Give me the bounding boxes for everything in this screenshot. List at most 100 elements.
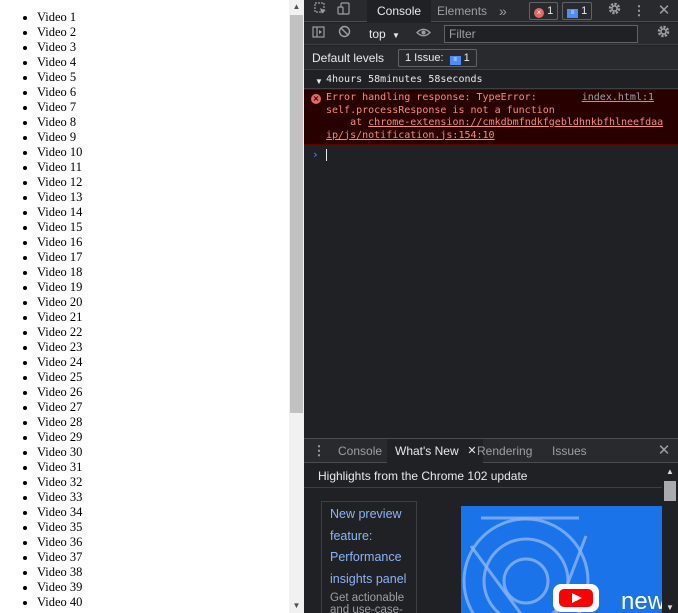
default-levels-dropdown[interactable]: Default levels ▼ — [312, 47, 392, 86]
video-list-item: Video 13 — [37, 190, 82, 205]
message-count: 1 — [581, 5, 588, 17]
clear-console-icon[interactable] — [336, 23, 352, 45]
kebab-menu-icon[interactable]: ⋮ — [632, 0, 646, 22]
error-at-prefix: at — [326, 117, 369, 128]
feature-description: Get actionable and use-case- — [330, 592, 405, 613]
gear-icon[interactable] — [606, 0, 622, 22]
video-list-item: Video 35 — [37, 520, 82, 535]
issues-label: 1 Issue: — [405, 52, 444, 64]
error-count: 1 — [547, 5, 554, 17]
drawer-scrollbar[interactable]: ▲ ▼ — [662, 464, 678, 613]
devtools-drawer: ⋮ Console What's New ✕ Rendering Issues … — [304, 438, 678, 613]
video-list-item: Video 25 — [37, 370, 82, 385]
video-list-item: Video 22 — [37, 325, 82, 340]
video-list-item: Video 40 — [37, 595, 82, 610]
drawer-scrollbar-thumb[interactable] — [664, 481, 676, 501]
close-devtools-icon[interactable]: ✕ — [656, 0, 672, 22]
log-text: 4hours 58minutes 58seconds — [326, 74, 483, 85]
drawer-scroll-up-icon[interactable]: ▲ — [662, 467, 678, 476]
video-list-item: Video 38 — [37, 565, 82, 580]
devtools-main-toolbar: Console Elements » × 1 ≡ 1 ⋮ ✕ — [304, 0, 678, 22]
video-list-item: Video 20 — [37, 295, 82, 310]
drawer-menu-kebab-icon[interactable]: ⋮ — [312, 440, 326, 462]
chevron-down-icon: ▼ — [392, 31, 400, 40]
drawer-tab-console[interactable]: Console — [330, 439, 390, 463]
video-list-item: Video 11 — [37, 160, 82, 175]
issues-button[interactable]: 1 Issue: ≡ 1 — [398, 49, 477, 67]
close-drawer-icon[interactable]: ✕ — [656, 440, 672, 462]
scroll-up-arrow-icon[interactable]: ▲ — [289, 0, 304, 14]
prompt-chevron-icon: › — [312, 148, 319, 161]
feature-title-link[interactable]: New preview feature: Performance insight… — [330, 504, 416, 590]
error-icon: × — [534, 8, 544, 18]
error-stack-link[interactable]: chrome-extension://cmkdbmfndkfgebldhnkbf… — [326, 117, 663, 141]
tab-elements[interactable]: Elements — [427, 0, 497, 22]
tab-console[interactable]: Console — [367, 0, 432, 22]
error-count-badge[interactable]: × 1 — [529, 2, 559, 20]
video-list-item: Video 27 — [37, 400, 82, 415]
video-list-item: Video 8 — [37, 115, 82, 130]
whats-new-video-thumbnail[interactable]: new — [461, 506, 662, 613]
error-line-2: self.processResponse is not a function — [326, 104, 555, 116]
video-list-item: Video 4 — [37, 55, 82, 70]
video-list-item: Video 3 — [37, 40, 82, 55]
page-scrollbar[interactable]: ▲ ▼ — [289, 0, 304, 613]
message-count-badge[interactable]: ≡ 1 — [562, 2, 593, 20]
sidebar-toggle-icon[interactable] — [310, 23, 326, 45]
inspect-element-icon[interactable] — [312, 0, 328, 22]
video-list-item: Video 36 — [37, 535, 82, 550]
video-list-item: Video 14 — [37, 205, 82, 220]
video-list-item: Video 17 — [37, 250, 82, 265]
video-list-item: Video 24 — [37, 355, 82, 370]
video-list-item: Video 2 — [37, 25, 82, 40]
video-list-item: Video 26 — [37, 385, 82, 400]
console-toolbar: top ▼ Filter — [304, 23, 678, 45]
console-prompt[interactable]: › — [304, 148, 678, 162]
youtube-play-icon[interactable] — [553, 584, 599, 612]
device-toggle-icon[interactable] — [335, 0, 351, 22]
video-list-item: Video 28 — [37, 415, 82, 430]
console-error-message: × Error handling response: TypeError: se… — [304, 89, 678, 145]
video-list-item: Video 39 — [37, 580, 82, 595]
drawer-tab-issues[interactable]: Issues — [544, 439, 595, 463]
drawer-tab-whats-new-label: What's New — [395, 444, 459, 458]
video-list-item: Video 29 — [37, 430, 82, 445]
video-list-item: Video 16 — [37, 235, 82, 250]
error-icon: × — [311, 94, 321, 104]
video-list-item: Video 31 — [37, 460, 82, 475]
video-list-item: Video 6 — [37, 85, 82, 100]
video-list-item: Video 30 — [37, 445, 82, 460]
context-selector[interactable]: top ▼ — [369, 23, 405, 45]
drawer-tab-rendering[interactable]: Rendering — [469, 439, 540, 463]
live-expression-icon[interactable] — [414, 23, 432, 45]
console-log-message: 4hours 58minutes 58seconds — [304, 70, 678, 89]
issue-icon: ≡ — [449, 56, 461, 65]
error-source-link[interactable]: index.html:1 — [582, 92, 654, 103]
more-tabs-button[interactable]: » — [489, 0, 517, 22]
video-list-item: Video 1 — [37, 10, 82, 25]
video-list-item: Video 5 — [37, 70, 82, 85]
video-list-item: Video 33 — [37, 490, 82, 505]
video-list-item: Video 21 — [37, 310, 82, 325]
video-list-item: Video 18 — [37, 265, 82, 280]
scroll-down-arrow-icon[interactable]: ▼ — [289, 599, 304, 613]
error-line-1: Error handling response: TypeError: — [326, 92, 537, 103]
whats-new-subtitle: Highlights from the Chrome 102 update — [304, 464, 662, 488]
default-levels-label: Default levels — [312, 51, 385, 65]
devtools-panel: Console Elements » × 1 ≡ 1 ⋮ ✕ top ▼ Fil… — [304, 0, 678, 613]
issues-count: 1 — [463, 52, 470, 64]
video-list-item: Video 12 — [37, 175, 82, 190]
drawer-tabbar: ⋮ Console What's New ✕ Rendering Issues … — [304, 439, 678, 463]
text-caret — [326, 149, 327, 161]
video-list-item: Video 37 — [37, 550, 82, 565]
page-scrollbar-thumb[interactable] — [290, 15, 303, 413]
video-list-item: Video 10 — [37, 145, 82, 160]
video-list-item: Video 7 — [37, 100, 82, 115]
video-list-item: Video 9 — [37, 130, 82, 145]
console-settings-gear-icon[interactable] — [655, 23, 671, 45]
feature-card[interactable]: New preview feature: Performance insight… — [321, 501, 417, 613]
drawer-scroll-down-icon[interactable]: ▼ — [662, 603, 678, 612]
video-list-item: Video 15 — [37, 220, 82, 235]
filter-input[interactable]: Filter — [444, 25, 638, 43]
video-list-item: Video 32 — [37, 475, 82, 490]
